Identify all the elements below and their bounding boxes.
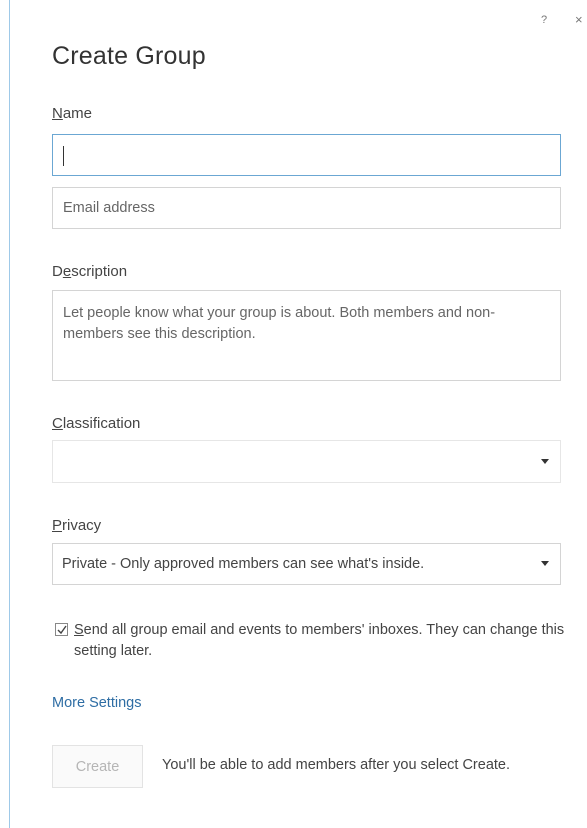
- name-label: Name: [52, 105, 93, 122]
- chevron-down-icon: [541, 561, 549, 566]
- checkmark-icon: [57, 625, 67, 635]
- dialog-title: Create Group: [52, 42, 206, 70]
- privacy-dropdown[interactable]: Private - Only approved members can see …: [52, 543, 561, 585]
- name-input[interactable]: [52, 134, 561, 176]
- privacy-label: Privacy: [52, 517, 102, 534]
- privacy-selected: Private - Only approved members can see …: [62, 556, 425, 572]
- left-border: [9, 0, 10, 828]
- email-address-input[interactable]: Email address: [52, 187, 561, 229]
- description-placeholder: Let people know what your group is about…: [63, 305, 496, 342]
- classification-dropdown[interactable]: [52, 440, 561, 483]
- more-settings-link[interactable]: More Settings: [52, 695, 141, 711]
- description-textarea[interactable]: Let people know what your group is about…: [52, 290, 561, 381]
- subscribe-label[interactable]: Send all group email and events to membe…: [74, 620, 566, 662]
- chevron-down-icon: [541, 458, 549, 464]
- create-button[interactable]: Create: [52, 745, 143, 788]
- close-icon[interactable]: ×: [575, 12, 583, 27]
- create-hint-text: You'll be able to add members after you …: [162, 757, 511, 773]
- create-group-dialog: ? × Create Group Name Email address Desc…: [0, 0, 587, 828]
- description-label: Description: [52, 263, 128, 280]
- text-caret: [63, 146, 64, 166]
- subscribe-checkbox[interactable]: [55, 623, 68, 636]
- help-icon[interactable]: ?: [541, 14, 547, 26]
- classification-label: Classification: [52, 415, 141, 432]
- email-placeholder: Email address: [63, 200, 155, 216]
